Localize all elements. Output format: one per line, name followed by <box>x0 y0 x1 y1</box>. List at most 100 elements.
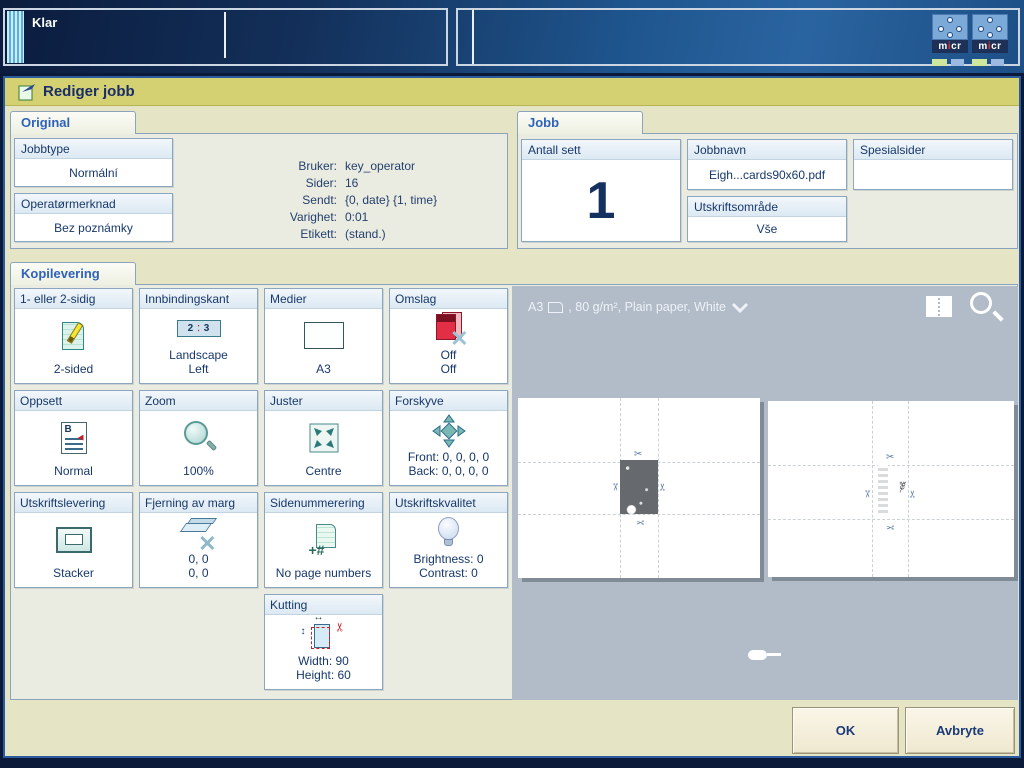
preview-pane: A3 , 80 g/m², Plain paper, White ✂ ✂ ✂ ✂… <box>512 286 1018 700</box>
shift-arrows-icon <box>390 411 507 450</box>
micr-toner-indicator: micr <box>932 14 968 66</box>
option-margin-erase-label: Fjerning av marg <box>140 493 257 513</box>
option-zoom[interactable]: Zoom 100% <box>139 390 258 486</box>
option-media-label: Medier <box>265 289 382 309</box>
option-output-label: Utskriftslevering <box>15 493 132 513</box>
job-name-value: Eigh...cards90x60.pdf <box>688 160 846 189</box>
cutting-icon: ↔ ↕ ✂ <box>265 615 382 654</box>
tab-original[interactable]: Original <box>10 111 136 134</box>
media-details: , 80 g/m², Plain paper, White <box>568 300 726 314</box>
preview-sheet-front: ✂ ✂ ✂ ✂ <box>518 398 760 578</box>
option-binding-label: Innbindingskant <box>140 289 257 309</box>
print-range-label: Utskriftsområde <box>688 197 846 217</box>
option-sides[interactable]: 1- eller 2-sidig 2-sided <box>14 288 133 384</box>
option-sides-label: 1- eller 2-sidig <box>15 289 132 309</box>
print-range-button[interactable]: Utskriftsområde Vše <box>687 196 847 242</box>
two-sided-page-icon <box>15 309 132 362</box>
option-cutting-label: Kutting <box>265 595 382 615</box>
page-split-view-icon[interactable] <box>926 296 952 317</box>
status-divider <box>472 10 474 64</box>
special-pages-button[interactable]: Spesialsider <box>853 139 1013 190</box>
supply-level-icons <box>932 59 968 66</box>
option-print-quality-label: Utskriftskvalitet <box>390 493 507 513</box>
option-covers-label: Omslag <box>390 289 507 309</box>
job-info-row: Etikett:(stand.) <box>245 226 437 243</box>
micr-toner-indicator: micr <box>972 14 1008 66</box>
toner-dots-icon <box>932 14 968 40</box>
printer-activity-stripes-icon <box>7 11 24 63</box>
ok-button[interactable]: OK <box>792 707 899 754</box>
dialog-title-bar: Rediger jobb <box>5 78 1019 106</box>
jobbtype-button[interactable]: Jobbtype Normální <box>14 138 173 187</box>
jobbtype-label: Jobbtype <box>15 139 172 159</box>
binding-edge-icon: 2⁚3 <box>140 309 257 348</box>
special-pages-label: Spesialsider <box>854 140 1012 160</box>
tab-kopilevering[interactable]: Kopilevering <box>10 262 136 285</box>
option-print-quality[interactable]: Utskriftskvalitet Brightness: 0Contrast:… <box>389 492 508 588</box>
operator-note-value: Bez poznámky <box>15 214 172 241</box>
preview-magnifier-icon[interactable] <box>968 290 1004 326</box>
option-page-numbers[interactable]: Sidenummerering +# No page numbers <box>264 492 383 588</box>
operator-note-label: Operatørmerknad <box>15 194 172 214</box>
option-layout[interactable]: Oppsett B Normal <box>14 390 133 486</box>
option-covers[interactable]: Omslag ✕ OffOff <box>389 288 508 384</box>
option-zoom-label: Zoom <box>140 391 257 411</box>
special-pages-value <box>854 160 1012 189</box>
cancel-button[interactable]: Avbryte <box>905 707 1015 754</box>
micr-logo: micr <box>932 40 968 53</box>
media-name: A3 <box>528 300 543 314</box>
option-shift[interactable]: Forskyve Front: 0, 0, 0, 0Back: 0, 0, 0,… <box>389 390 508 486</box>
edit-job-icon <box>18 83 36 106</box>
job-info-row: Bruker:key_operator <box>245 158 437 175</box>
print-range-value: Vše <box>688 217 846 241</box>
job-info-row: Sider:16 <box>245 175 437 192</box>
job-info-row: Sendt:{0, date} {1, time} <box>245 192 437 209</box>
magnifier-icon <box>140 411 257 464</box>
copies-count-value: 1 <box>522 160 680 241</box>
tab-jobb[interactable]: Jobb <box>517 111 643 134</box>
preview-handle-icon[interactable] <box>748 650 782 660</box>
copies-count-label: Antall sett <box>522 140 680 160</box>
media-dropdown[interactable]: A3 , 80 g/m², Plain paper, White <box>528 300 749 314</box>
status-bar: Klar micr micr <box>0 0 1024 73</box>
status-box-right: micr micr <box>456 8 1020 66</box>
layout-page-icon: B <box>15 411 132 464</box>
job-info-block: Bruker:key_operator Sider:16 Sendt:{0, d… <box>245 158 437 243</box>
copies-count-button[interactable]: Antall sett 1 <box>521 139 681 242</box>
chevron-down-icon <box>731 302 749 313</box>
printer-status-text: Klar <box>32 15 57 30</box>
job-name-label: Jobbnavn <box>688 140 846 160</box>
option-align-label: Juster <box>265 391 382 411</box>
media-page-icon <box>548 302 563 313</box>
option-shift-label: Forskyve <box>390 391 507 411</box>
option-cutting[interactable]: Kutting ↔ ↕ ✂ Width: 90Height: 60 <box>264 594 383 690</box>
option-media[interactable]: Medier A3 <box>264 288 383 384</box>
preview-sheet-back: ✂ ✂ ✂ ✂ ~e& <box>768 401 1014 577</box>
light-bulb-icon <box>390 513 507 552</box>
toner-dots-icon <box>972 14 1008 40</box>
job-info-row: Varighet:0:01 <box>245 209 437 226</box>
media-sheet-icon <box>265 309 382 362</box>
card-front-artwork <box>620 460 658 514</box>
supply-level-icons <box>972 59 1008 66</box>
operator-note-button[interactable]: Operatørmerknad Bez poznámky <box>14 193 173 242</box>
status-divider <box>224 12 226 58</box>
covers-off-icon: ✕ <box>390 309 507 348</box>
option-margin-erase[interactable]: Fjerning av marg ✕ 0, 00, 0 <box>139 492 258 588</box>
stacker-tray-icon <box>15 513 132 566</box>
option-layout-label: Oppsett <box>15 391 132 411</box>
card-back-artwork <box>878 465 888 513</box>
jobbtype-value: Normální <box>15 159 172 186</box>
status-box-left: Klar <box>3 8 448 66</box>
page-number-icon: +# <box>265 513 382 566</box>
eraser-off-icon: ✕ <box>140 513 257 552</box>
option-output-delivery[interactable]: Utskriftslevering Stacker <box>14 492 133 588</box>
micr-logo: micr <box>972 40 1008 53</box>
edit-job-dialog: Rediger jobb Original Jobbtype Normální … <box>3 76 1021 758</box>
option-align[interactable]: Juster Centre <box>264 390 383 486</box>
align-centre-icon <box>265 411 382 464</box>
option-binding-edge[interactable]: Innbindingskant 2⁚3 LandscapeLeft <box>139 288 258 384</box>
dialog-title: Rediger jobb <box>43 78 135 106</box>
option-page-numbers-label: Sidenummerering <box>265 493 382 513</box>
job-name-button[interactable]: Jobbnavn Eigh...cards90x60.pdf <box>687 139 847 190</box>
